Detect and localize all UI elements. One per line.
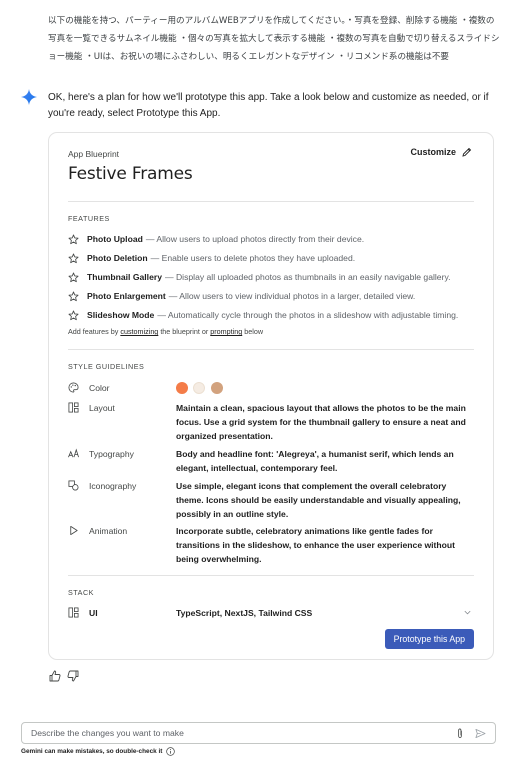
- color-label: Color: [89, 383, 110, 393]
- typography-label: Typography: [89, 449, 134, 459]
- disclaimer: Gemini can make mistakes, so double-chec…: [21, 747, 176, 756]
- iconography-value: Use simple, elegant icons that complemen…: [176, 481, 461, 519]
- prompt-input-placeholder: Describe the changes you want to make: [31, 728, 184, 738]
- layout-label: Layout: [89, 403, 115, 413]
- feature-desc: — Automatically cycle through the photos…: [157, 310, 459, 320]
- feature-name: Slideshow Mode: [87, 310, 155, 320]
- layout-value: Maintain a clean, spacious layout that a…: [176, 403, 466, 441]
- feature-item: Slideshow Mode — Automatically cycle thr…: [68, 308, 474, 322]
- star-icon: [68, 253, 79, 263]
- divider: [68, 201, 474, 202]
- iconography-label: Iconography: [89, 481, 137, 491]
- thumbs-down-icon[interactable]: [67, 670, 79, 682]
- stack-heading: STACK: [68, 588, 94, 597]
- shapes-icon: [68, 480, 79, 491]
- customize-label: Customize: [410, 147, 456, 157]
- feature-name: Photo Enlargement: [87, 291, 166, 301]
- paperclip-icon[interactable]: [455, 728, 465, 739]
- color-swatch-primary: [176, 381, 188, 394]
- note-text: the blueprint or: [160, 327, 209, 336]
- layout-icon: [68, 402, 79, 413]
- user-prompt: 以下の機能を持つ、パーティー用のアルバムWEBアプリを作成してください。・写真を…: [48, 16, 500, 62]
- palette-icon: [68, 382, 79, 393]
- style-guidelines-heading: STYLE GUIDELINES: [68, 362, 145, 371]
- stack-row-ui[interactable]: UI TypeScript, NextJS, Tailwind CSS: [68, 606, 474, 620]
- gemini-spark-icon: [21, 89, 37, 105]
- chevron-down-icon[interactable]: [463, 608, 472, 617]
- thumbs-up-icon[interactable]: [49, 670, 61, 682]
- feature-name: Photo Deletion: [87, 253, 148, 263]
- prototype-app-button[interactable]: Prototype this App: [384, 629, 474, 649]
- feature-desc: — Allow users to view individual photos …: [168, 291, 416, 301]
- feature-item: Photo Deletion — Enable users to delete …: [68, 251, 474, 265]
- star-icon: [68, 234, 79, 244]
- color-swatch-background: [193, 381, 206, 394]
- note-text: Add features by: [68, 327, 119, 336]
- stack-ui-value: TypeScript, NextJS, Tailwind CSS: [176, 608, 313, 618]
- features-heading: FEATURES: [68, 214, 110, 223]
- feature-desc: — Allow users to upload photos directly …: [145, 234, 365, 244]
- assistant-reply: OK, here's a plan for how we'll prototyp…: [48, 92, 489, 119]
- feature-desc: — Display all uploaded photos as thumbna…: [164, 272, 451, 282]
- animation-value: Incorporate subtle, celebratory animatio…: [176, 526, 456, 564]
- feature-desc: — Enable users to delete photos they hav…: [150, 253, 356, 263]
- add-features-note: Add features by customizing the blueprin…: [68, 327, 263, 336]
- color-swatch-accent: [210, 381, 223, 394]
- star-icon: [68, 310, 79, 320]
- star-icon: [68, 272, 79, 282]
- star-icon: [68, 291, 79, 301]
- disclaimer-text: Gemini can make mistakes, so double-chec…: [21, 748, 163, 755]
- color-swatches: [176, 380, 476, 394]
- divider: [68, 575, 474, 576]
- info-icon[interactable]: [166, 747, 176, 756]
- divider: [68, 349, 474, 350]
- prompting-link[interactable]: prompting: [210, 327, 242, 336]
- app-blueprint-card: App Blueprint Customize Festive Frames F…: [48, 132, 494, 660]
- feature-item: Thumbnail Gallery — Display all uploaded…: [68, 270, 474, 284]
- feature-item: Photo Upload — Allow users to upload pho…: [68, 232, 474, 246]
- typography-icon: [68, 448, 79, 458]
- note-text: below: [244, 327, 264, 336]
- play-icon: [70, 525, 78, 536]
- layout-icon: [68, 607, 79, 618]
- customize-button[interactable]: Customize: [410, 147, 472, 157]
- pencil-icon: [462, 147, 472, 157]
- animation-label: Animation: [89, 526, 128, 536]
- customizing-link[interactable]: customizing: [120, 327, 158, 336]
- send-icon[interactable]: [475, 728, 486, 739]
- stack-ui-label: UI: [89, 608, 98, 618]
- feature-name: Thumbnail Gallery: [87, 272, 162, 282]
- blueprint-label: App Blueprint: [68, 149, 120, 159]
- prompt-input-bar[interactable]: Describe the changes you want to make: [21, 722, 496, 744]
- typography-value: Body and headline font: 'Alegreya', a hu…: [176, 449, 454, 473]
- app-title: Festive Frames: [68, 164, 193, 184]
- feature-item: Photo Enlargement — Allow users to view …: [68, 289, 474, 303]
- feature-name: Photo Upload: [87, 234, 143, 244]
